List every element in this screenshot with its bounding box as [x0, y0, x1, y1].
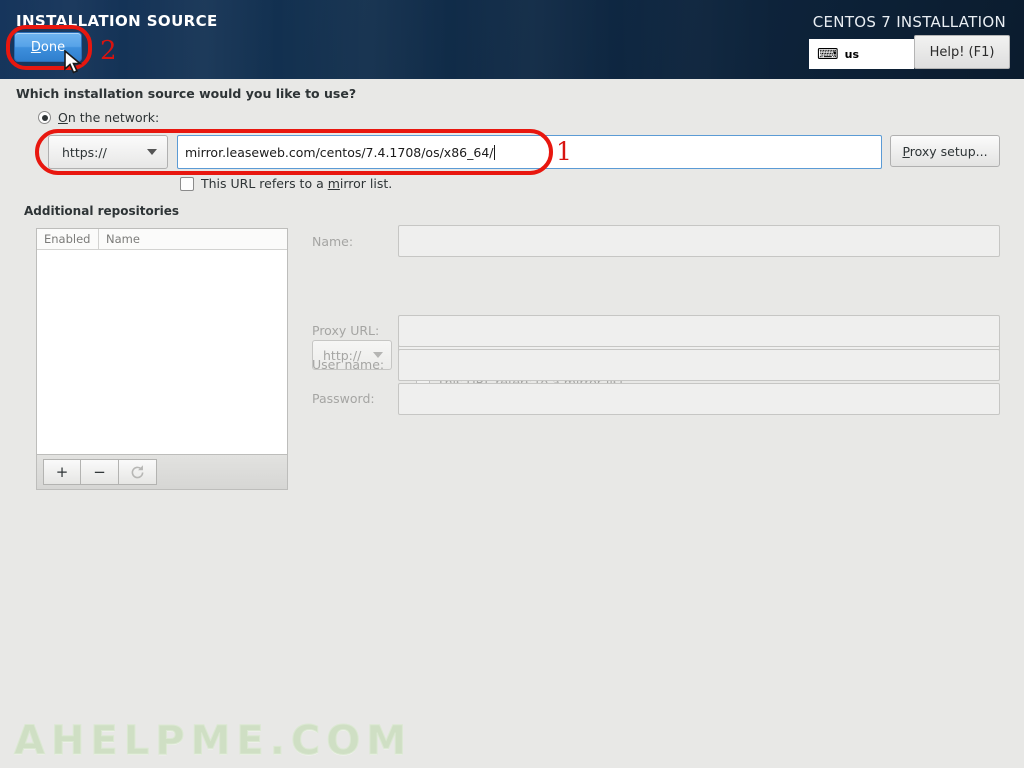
- product-title: CENTOS 7 INSTALLATION: [812, 13, 1006, 31]
- help-button[interactable]: Help! (F1): [914, 35, 1010, 69]
- proxy-setup-button[interactable]: Proxy setup...: [890, 135, 1000, 167]
- mirror-list-checkbox-row[interactable]: This URL refers to a mirror list.: [180, 176, 392, 191]
- repo-name-label: Name:: [312, 234, 354, 249]
- protocol-select-row: https://: [48, 135, 168, 169]
- protocol-select[interactable]: https://: [48, 135, 168, 169]
- install-url-input[interactable]: mirror.leaseweb.com/centos/7.4.1708/os/x…: [177, 135, 882, 169]
- table-body: [37, 250, 287, 454]
- done-button-label: Done: [30, 39, 66, 55]
- main-content: Which installation source would you like…: [0, 79, 1024, 768]
- mirror-list-label: This URL refers to a mirror list.: [201, 176, 393, 191]
- column-header-enabled: Enabled: [37, 229, 99, 249]
- minus-icon: −: [93, 463, 106, 481]
- proxy-url-field: [398, 315, 1000, 347]
- remove-repository-button[interactable]: −: [81, 459, 119, 485]
- on-the-network-radio-row[interactable]: On the network:: [38, 110, 159, 125]
- repo-name-field: [398, 225, 1000, 257]
- repository-toolbar: + −: [36, 455, 288, 490]
- add-repository-button[interactable]: +: [43, 459, 81, 485]
- user-name-field: [398, 349, 1000, 381]
- source-question-label: Which installation source would you like…: [16, 86, 357, 101]
- keyboard-layout-indicator[interactable]: ⌨ us: [809, 39, 914, 69]
- protocol-select-value: https://: [62, 144, 107, 160]
- installer-header: INSTALLATION SOURCE CENTOS 7 INSTALLATIO…: [0, 0, 1024, 79]
- on-the-network-label: On the network:: [58, 110, 160, 125]
- column-header-name: Name: [106, 232, 140, 246]
- chevron-down-icon: [147, 149, 157, 155]
- on-the-network-radio[interactable]: [38, 111, 51, 124]
- help-button-label: Help! (F1): [929, 44, 995, 60]
- proxy-setup-label: Proxy setup...: [902, 143, 988, 159]
- mirror-list-checkbox[interactable]: [180, 176, 194, 191]
- site-watermark: AHELPME.COM: [13, 718, 413, 765]
- table-header-row: Enabled Name: [37, 229, 287, 250]
- text-cursor: [494, 144, 496, 160]
- keyboard-icon: ⌨: [817, 44, 839, 63]
- user-name-label: User name:: [312, 357, 385, 372]
- add-icon: +: [55, 463, 69, 481]
- password-field: [398, 383, 1000, 415]
- install-url-value: mirror.leaseweb.com/centos/7.4.1708/os/x…: [185, 144, 494, 160]
- additional-repositories-table[interactable]: Enabled Name: [36, 228, 288, 455]
- page-title: INSTALLATION SOURCE: [16, 12, 218, 30]
- refresh-icon: [131, 464, 144, 478]
- keyboard-layout-label: us: [844, 47, 860, 61]
- mouse-cursor-icon: [64, 50, 83, 74]
- additional-repositories-label: Additional repositories: [24, 204, 180, 218]
- annotation-marker-1: 1: [556, 137, 572, 166]
- proxy-url-label: Proxy URL:: [312, 323, 380, 338]
- annotation-marker-2: 2: [100, 36, 117, 66]
- password-label: Password:: [312, 391, 375, 406]
- reset-repository-button: [119, 459, 157, 485]
